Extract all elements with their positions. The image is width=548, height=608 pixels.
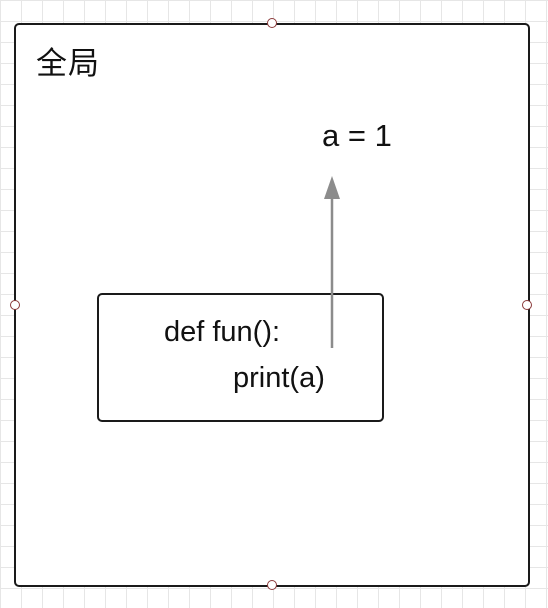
function-body-line: print(a) — [233, 362, 325, 394]
diagram-canvas: 全局 a = 1 def fun(): print(a) — [0, 0, 548, 608]
resize-handle-left-icon[interactable] — [10, 300, 20, 310]
scope-label: 全局 — [36, 46, 100, 82]
function-def-line: def fun(): — [164, 316, 281, 348]
resize-handle-top-icon[interactable] — [267, 18, 277, 28]
resize-handle-right-icon[interactable] — [522, 300, 532, 310]
function-scope-box[interactable] — [97, 293, 384, 422]
resize-handle-bottom-icon[interactable] — [267, 580, 277, 590]
variable-assignment-label: a = 1 — [322, 118, 392, 153]
